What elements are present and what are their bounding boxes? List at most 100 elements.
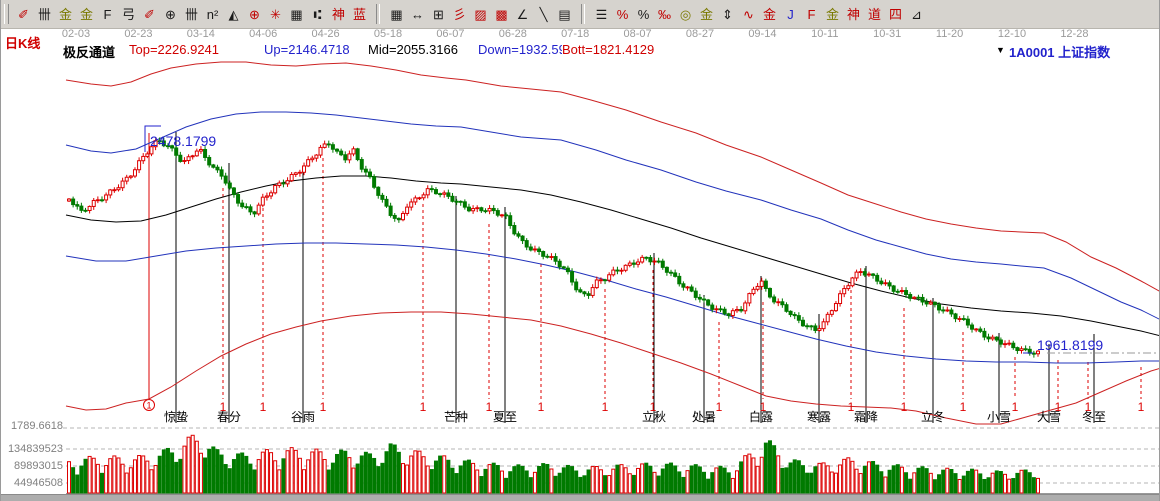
volume-bar	[768, 441, 771, 493]
measure-brush-icon[interactable]: ⇕	[717, 3, 738, 25]
candle	[971, 325, 974, 329]
dao-angle-icon[interactable]: 道	[864, 3, 885, 25]
horizontal-scrollbar[interactable]	[1, 494, 1160, 501]
volume-bar	[962, 476, 965, 493]
candle	[369, 172, 372, 177]
volume-bar	[298, 458, 301, 493]
scale-ruler-icon[interactable]: ☰	[591, 3, 612, 25]
volume-bar	[340, 450, 343, 493]
candle	[814, 326, 817, 331]
candle	[637, 262, 640, 264]
price-axis-label: 1789.6618	[11, 420, 63, 432]
volume-bar	[707, 479, 710, 493]
volume-bar	[1020, 470, 1023, 493]
gann-square-icon[interactable]: ▨	[470, 3, 491, 25]
candle	[707, 300, 710, 305]
candle	[579, 290, 582, 292]
star-tool-icon[interactable]: ✳	[265, 3, 286, 25]
candle	[133, 170, 136, 176]
year-high-label: 2478.1799	[150, 133, 216, 149]
volume-bar	[401, 464, 404, 493]
percent-icon[interactable]: %	[633, 3, 654, 25]
circle-cross-icon[interactable]: ⊕	[160, 3, 181, 25]
solar-term-label: 惊蛰	[164, 409, 188, 424]
shen-tool-icon[interactable]: 神	[328, 3, 349, 25]
prism-tool-icon[interactable]: ◭	[223, 3, 244, 25]
candle	[966, 319, 969, 325]
chevron-down-icon[interactable]: ▼	[996, 45, 1005, 55]
volume-bar	[661, 469, 664, 493]
volume-bar	[237, 454, 240, 493]
candle	[657, 261, 660, 262]
brush-tool-icon[interactable]: ✐	[13, 3, 34, 25]
candle	[760, 281, 763, 286]
volume-bar	[785, 468, 788, 493]
si-angle-icon[interactable]: 四	[885, 3, 906, 25]
candle	[406, 207, 409, 213]
volume-bar	[109, 459, 112, 493]
gann-square2-icon[interactable]: ▩	[491, 3, 512, 25]
shen-angle-icon[interactable]: 神	[843, 3, 864, 25]
angle-line-icon[interactable]: ∠	[512, 3, 533, 25]
wave-tool-icon[interactable]: ∿	[738, 3, 759, 25]
symbol-selector[interactable]: 1A0001 上证指数	[1009, 42, 1110, 61]
volume-bar	[241, 453, 244, 493]
candle	[459, 201, 462, 202]
k-pattern-icon[interactable]: ⑆	[307, 3, 328, 25]
gold-grid-icon[interactable]: 金	[55, 3, 76, 25]
width-measure-icon[interactable]: ↔	[407, 3, 428, 25]
volume-bar	[434, 461, 437, 493]
grid-tool-icon[interactable]: 卌	[34, 3, 55, 25]
trend-line-icon[interactable]: ╲	[533, 3, 554, 25]
candle	[175, 148, 178, 155]
red-brush-icon[interactable]: ✐	[139, 3, 160, 25]
candle	[443, 193, 446, 194]
candle	[245, 207, 248, 208]
gold-red-icon[interactable]: 金	[759, 3, 780, 25]
toolbar-drag-handle-icon[interactable]	[4, 4, 9, 24]
gold-lines-icon[interactable]: 金	[696, 3, 717, 25]
volume-bar	[352, 468, 355, 493]
gold-angle-icon[interactable]: 金	[822, 3, 843, 25]
volume-bar	[735, 471, 738, 493]
volume-bar	[653, 472, 656, 493]
n-squared-icon[interactable]: n²	[202, 3, 223, 25]
term-labels: 惊蛰春分谷雨芒种夏至立秋处暑白露寒露霜降立冬小雪大雪冬至111111111111…	[164, 400, 1145, 424]
f-grid-icon[interactable]: F	[97, 3, 118, 25]
j-angle-icon[interactable]: J	[780, 3, 801, 25]
volume-bar	[723, 468, 726, 493]
volume-bar	[447, 460, 450, 493]
volume-bar	[900, 467, 903, 493]
candle	[282, 183, 285, 184]
volume-bar	[558, 473, 561, 493]
gann-grid-icon[interactable]: ▦	[286, 3, 307, 25]
candle	[599, 280, 602, 281]
volume-bar	[261, 452, 264, 493]
small-angle-icon[interactable]: ⊿	[906, 3, 927, 25]
volume-bar	[628, 474, 631, 493]
candle	[608, 275, 611, 280]
spiral-tool-icon[interactable]: 弓	[118, 3, 139, 25]
volume-bar	[393, 445, 396, 493]
compass-tool-icon[interactable]: ⊕	[244, 3, 265, 25]
candle	[352, 149, 355, 154]
solar-term-label: 处暑	[692, 410, 716, 424]
ruler-grid-icon[interactable]: ▦	[386, 3, 407, 25]
candle	[999, 340, 1002, 344]
lan-tool-icon[interactable]: 蓝	[349, 3, 370, 25]
gold-grid2-icon[interactable]: 金	[76, 3, 97, 25]
grid2-tool-icon[interactable]: 卌	[181, 3, 202, 25]
candle	[703, 299, 706, 300]
gold-circle-icon[interactable]: ◎	[675, 3, 696, 25]
parallel-lines-icon[interactable]: ▤	[554, 3, 575, 25]
percent-lines-icon[interactable]: ‰	[654, 3, 675, 25]
volume-bar	[369, 454, 372, 493]
gann-fan-icon[interactable]: 彡	[449, 3, 470, 25]
box-tool-icon[interactable]: ⊞	[428, 3, 449, 25]
candle	[880, 281, 883, 284]
volume-bar	[880, 472, 883, 493]
kline-chart[interactable]: 11789.66181348395238989301544946508惊蛰春分谷…	[1, 0, 1160, 501]
percent-red-icon[interactable]: %	[612, 3, 633, 25]
volume-bar	[855, 469, 858, 493]
f-angle-icon[interactable]: F	[801, 3, 822, 25]
